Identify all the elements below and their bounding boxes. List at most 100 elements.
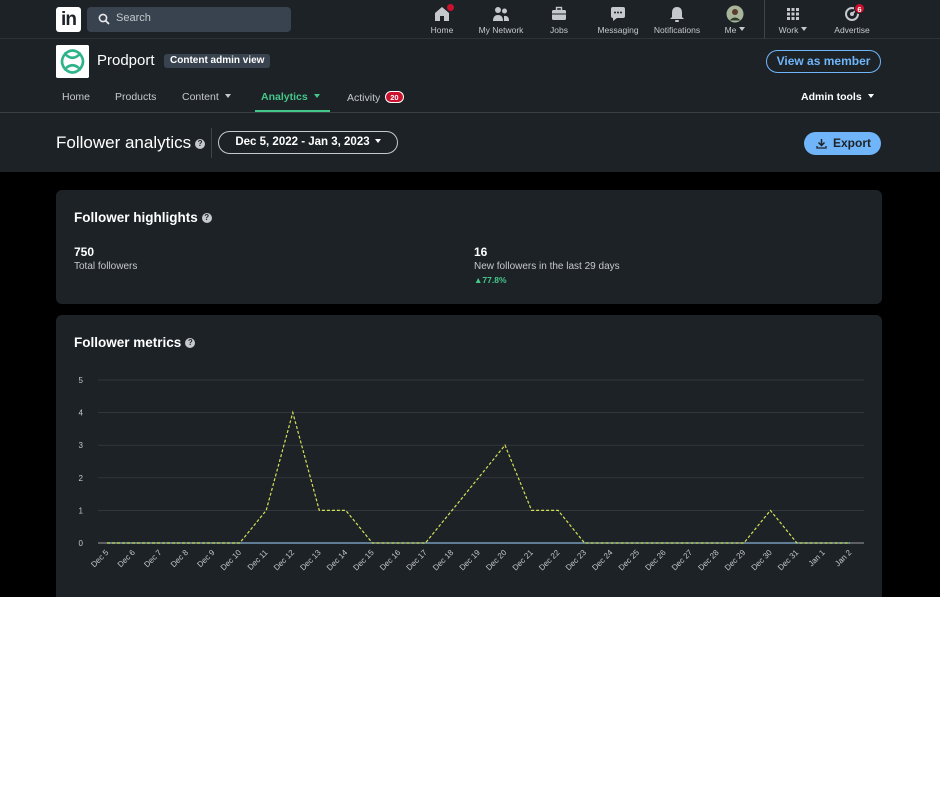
chevron-down-icon	[224, 94, 231, 98]
x-tick-label-15: Dec 20	[484, 548, 509, 573]
org-name[interactable]: Prodport	[97, 52, 155, 69]
nav-advertise[interactable]: 6 Advertise	[828, 3, 876, 37]
y-tick-label-1: 1	[79, 506, 84, 515]
message-icon	[611, 7, 625, 21]
x-tick-label-14: Dec 19	[458, 548, 483, 573]
nav-jobs-label: Jobs	[550, 25, 568, 35]
chevron-down-icon	[801, 27, 808, 31]
bell-icon	[670, 7, 684, 22]
nav-work-label: Work	[774, 25, 812, 35]
follower-metrics-card: Follower metrics? 0 1 2 3 4 5 Dec 5 Dec 6 Dec 7D…	[56, 315, 882, 597]
active-tab-indicator	[255, 110, 330, 112]
network-icon	[493, 7, 509, 21]
nav-advertise-label: Advertise	[834, 25, 870, 35]
help-icon[interactable]: ?	[195, 139, 206, 149]
grid-icon	[787, 8, 799, 20]
x-tick-label-4: Dec 9	[195, 548, 217, 570]
nav-notifications[interactable]: Notifications	[648, 3, 706, 37]
new-followers-label: New followers in the last 29 days	[474, 261, 620, 272]
x-tick-label-24: Dec 29	[723, 548, 748, 573]
x-tick-label-7: Dec 12	[272, 548, 297, 573]
total-followers-value: 750	[74, 245, 95, 259]
y-tick-label-0: 0	[79, 539, 84, 548]
chevron-down-icon	[867, 94, 874, 98]
date-range-dropdown[interactable]: Dec 5, 2022 - Jan 3, 2023	[218, 131, 398, 154]
x-tick-label-28: Jan 2	[833, 548, 854, 569]
chevron-down-icon	[374, 139, 381, 143]
org-header: Prodport Content admin view View as memb…	[0, 39, 940, 113]
title-divider	[211, 128, 212, 158]
search-icon	[98, 13, 110, 25]
global-nav: in Search Home My Network Jobs Messaging…	[0, 0, 940, 39]
chevron-down-icon	[739, 27, 746, 31]
nav-messaging[interactable]: Messaging	[592, 3, 644, 37]
nav-my-network-label: My Network	[478, 25, 524, 35]
nav-work[interactable]: Work	[774, 3, 812, 37]
x-tick-label-13: Dec 18	[431, 548, 456, 573]
nav-my-network[interactable]: My Network	[474, 3, 528, 37]
x-tick-label-22: Dec 27	[670, 548, 695, 573]
x-tick-label-17: Dec 22	[537, 548, 562, 573]
new-followers-value: 16	[474, 245, 488, 259]
x-tick-label-3: Dec 8	[169, 548, 191, 570]
y-tick-label-2: 2	[79, 474, 84, 483]
nav-jobs[interactable]: Jobs	[542, 3, 576, 37]
highlights-title: Follower highlights?	[74, 210, 212, 225]
nav-home[interactable]: Home	[422, 3, 462, 37]
x-tick-label-21: Dec 26	[643, 548, 668, 573]
x-tick-label-16: Dec 21	[511, 548, 536, 573]
x-tick-label-1: Dec 6	[116, 548, 138, 570]
subnav-home[interactable]: Home	[62, 91, 90, 103]
briefcase-icon	[552, 6, 566, 20]
nav-home-label: Home	[430, 25, 454, 35]
x-tick-label-23: Dec 28	[696, 548, 721, 573]
admin-tools-menu[interactable]: Admin tools	[801, 91, 874, 103]
x-tick-label-6: Dec 11	[246, 548, 270, 572]
x-tick-label-10: Dec 15	[351, 548, 376, 573]
page-title-bar: Follower analytics? Dec 5, 2022 - Jan 3,…	[0, 113, 940, 172]
x-tick-label-2: Dec 7	[142, 548, 164, 570]
x-tick-label-5: Dec 10	[219, 548, 244, 573]
x-tick-label-26: Dec 31	[776, 548, 801, 573]
app-window: in Search Home My Network Jobs Messaging…	[0, 0, 940, 597]
avatar	[726, 5, 744, 23]
admin-view-badge: Content admin view	[164, 54, 271, 68]
x-tick-label-0: Dec 5	[89, 548, 111, 570]
activity-count-badge: 20	[385, 91, 404, 103]
x-tick-label-11: Dec 16	[378, 548, 403, 573]
subnav-products[interactable]: Products	[115, 91, 156, 103]
x-tick-label-18: Dec 23	[564, 548, 589, 573]
org-logo[interactable]	[56, 45, 89, 78]
help-icon[interactable]: ?	[201, 213, 212, 223]
y-tick-label-3: 3	[79, 441, 84, 450]
nav-divider	[764, 0, 765, 39]
follower-metrics-chart: 012345Dec 5 Dec 6 Dec 7 Dec 8 Dec 9 Dec 10 Dec…	[79, 376, 864, 573]
subnav-content[interactable]: Content	[182, 91, 231, 103]
nav-me-label: Me	[718, 25, 752, 35]
x-tick-label-8: Dec 13	[298, 548, 323, 573]
subnav-analytics[interactable]: Analytics	[261, 91, 320, 103]
x-tick-label-9: Dec 14	[325, 548, 350, 573]
follower-highlights-card: Follower highlights? 750 Total followers…	[56, 190, 882, 304]
x-tick-label-27: Jan 1	[807, 548, 828, 569]
nav-me[interactable]: Me	[718, 3, 752, 37]
linkedin-logo[interactable]: in	[56, 7, 81, 32]
new-followers-change: ▲77.8%	[474, 275, 507, 285]
search-input[interactable]: Search	[87, 7, 291, 32]
page-title: Follower analytics?	[56, 133, 206, 153]
subnav-activity[interactable]: Activity 20	[347, 91, 404, 104]
download-icon	[816, 139, 827, 149]
y-tick-label-5: 5	[79, 376, 84, 385]
nav-notifications-label: Notifications	[653, 25, 701, 35]
home-notification-dot	[446, 3, 455, 12]
search-placeholder: Search	[116, 12, 151, 24]
total-followers-label: Total followers	[74, 261, 138, 272]
x-tick-label-19: Dec 24	[590, 548, 615, 573]
chevron-down-icon	[313, 94, 320, 98]
nav-messaging-label: Messaging	[597, 25, 639, 35]
view-as-member-button[interactable]: View as member	[766, 50, 881, 73]
y-tick-label-4: 4	[79, 409, 84, 418]
x-tick-label-20: Dec 25	[617, 548, 642, 573]
x-tick-label-25: Dec 30	[750, 548, 775, 573]
export-button[interactable]: Export	[804, 132, 881, 155]
